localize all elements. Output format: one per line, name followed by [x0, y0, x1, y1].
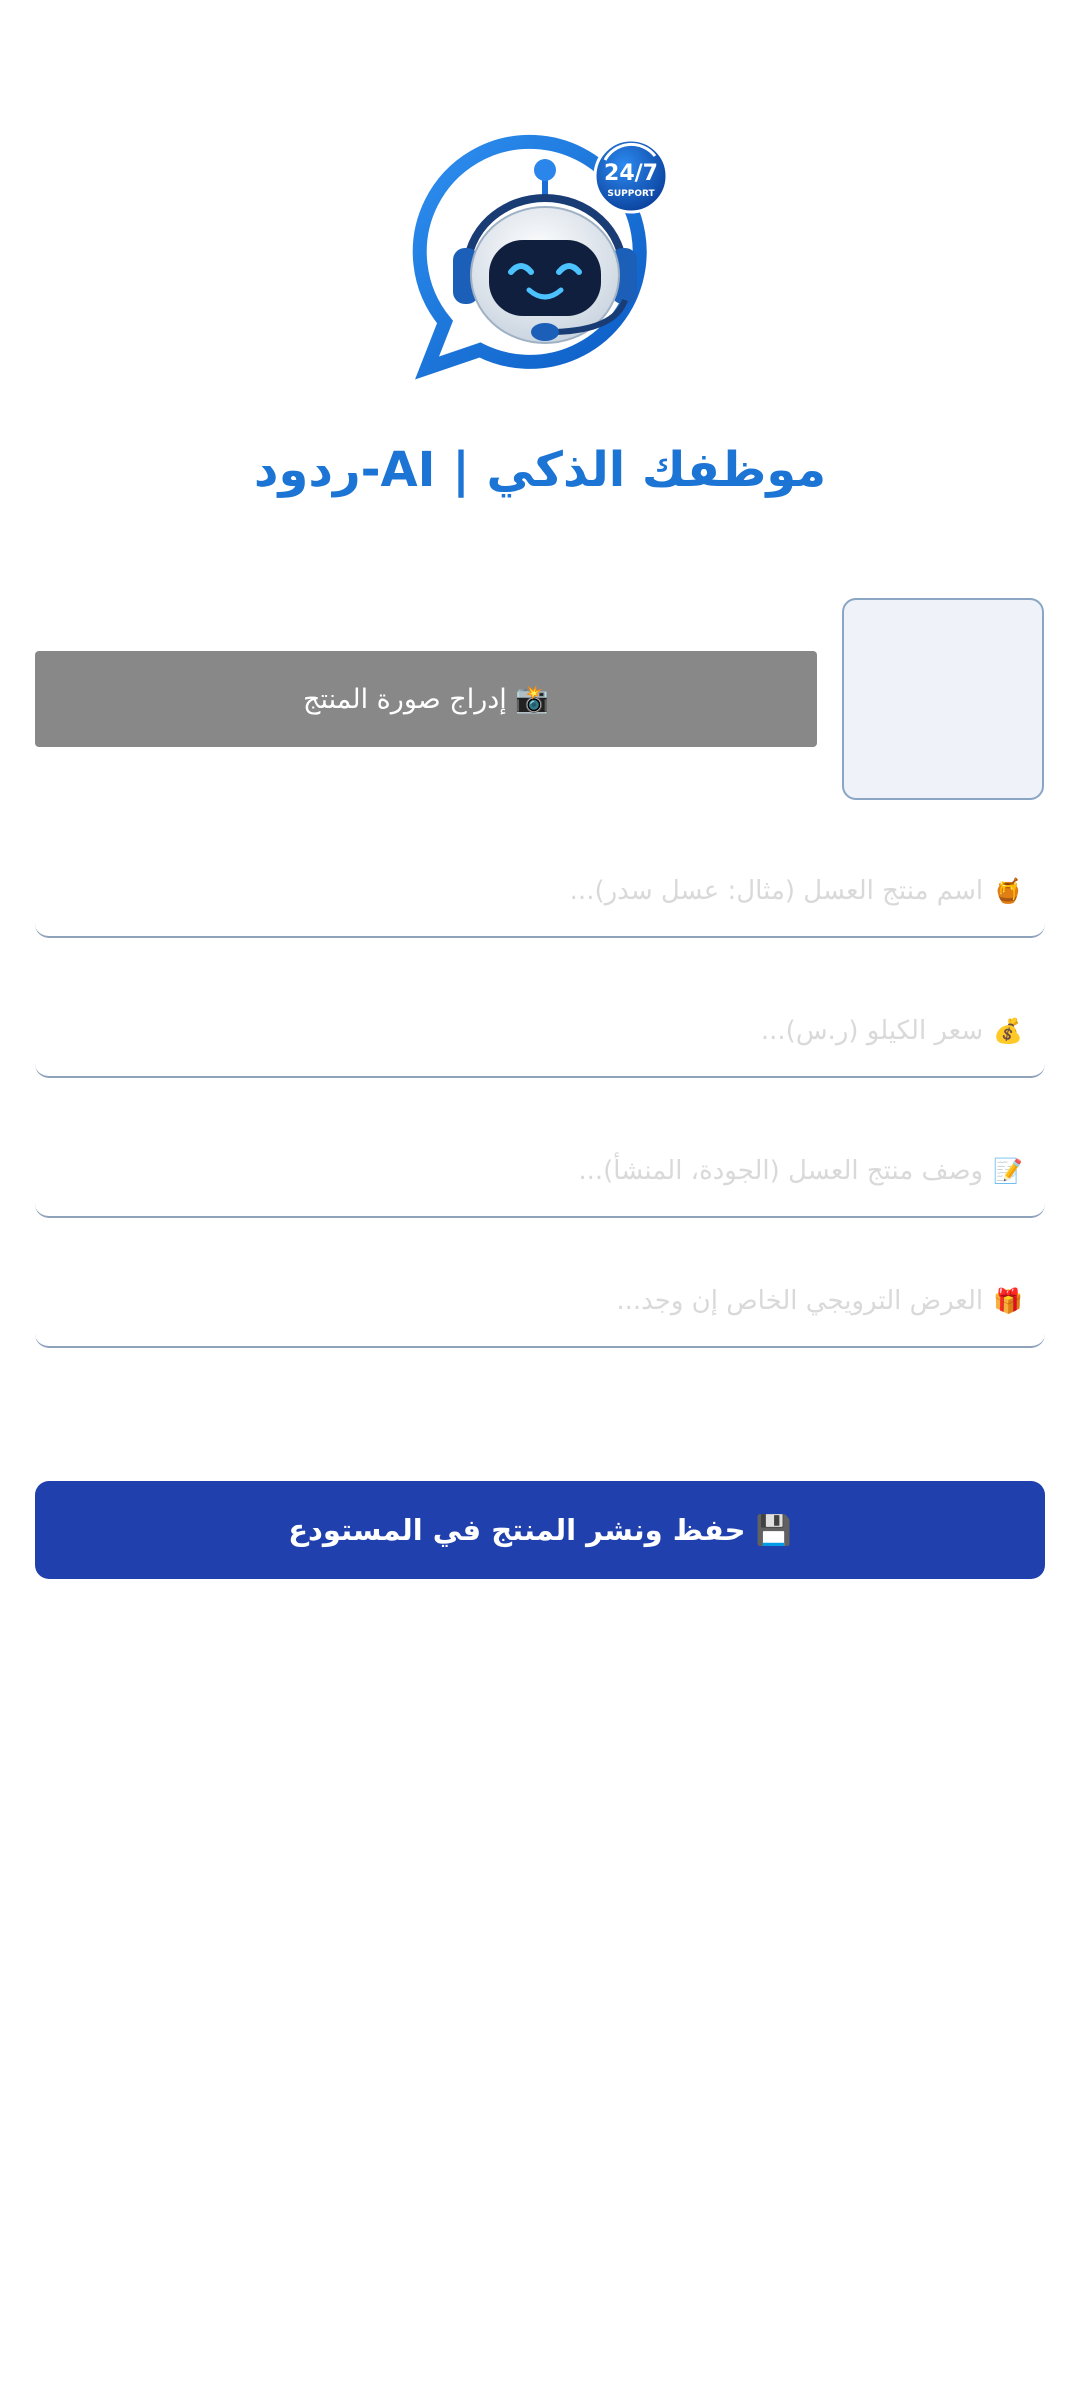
robot-logo: 24/7 SUPPORT [405, 130, 685, 380]
upload-product-image-button[interactable]: 📸 إدراج صورة المنتج [35, 651, 817, 747]
price-placeholder: سعر الكيلو (ر.س)... [760, 1016, 984, 1046]
product-image-preview[interactable] [842, 598, 1044, 800]
badge-support-text: SUPPORT [607, 189, 655, 199]
app-title: ردود-AI | موظفك الذكي [253, 442, 827, 498]
promo-placeholder: العرض الترويجي الخاص إن وجد... [616, 1286, 984, 1316]
product-name-placeholder: اسم منتج العسل (مثال: عسل سدر)... [569, 876, 984, 906]
honey-pot-icon: 🍯 [993, 877, 1023, 905]
promo-offer-input[interactable]: 🎁 العرض الترويجي الخاص إن وجد... [35, 1256, 1045, 1348]
save-and-publish-button[interactable]: 💾 حفظ ونشر المنتج في المستودع [35, 1481, 1045, 1579]
upload-button-label: 📸 إدراج صورة المنتج [303, 684, 549, 715]
product-description-input[interactable]: 📝 وصف منتج العسل (الجودة، المنشأ)... [35, 1126, 1045, 1218]
save-button-label: 💾 حفظ ونشر المنتج في المستودع [288, 1512, 792, 1547]
description-placeholder: وصف منتج العسل (الجودة، المنشأ)... [578, 1156, 984, 1186]
money-bag-icon: 💰 [993, 1017, 1023, 1045]
product-name-input[interactable]: 🍯 اسم منتج العسل (مثال: عسل سدر)... [35, 846, 1045, 938]
badge-24-7-text: 24/7 [604, 161, 658, 186]
price-per-kilo-input[interactable]: 💰 سعر الكيلو (ر.س)... [35, 986, 1045, 1078]
memo-icon: 📝 [993, 1157, 1023, 1185]
gift-icon: 🎁 [993, 1287, 1023, 1315]
